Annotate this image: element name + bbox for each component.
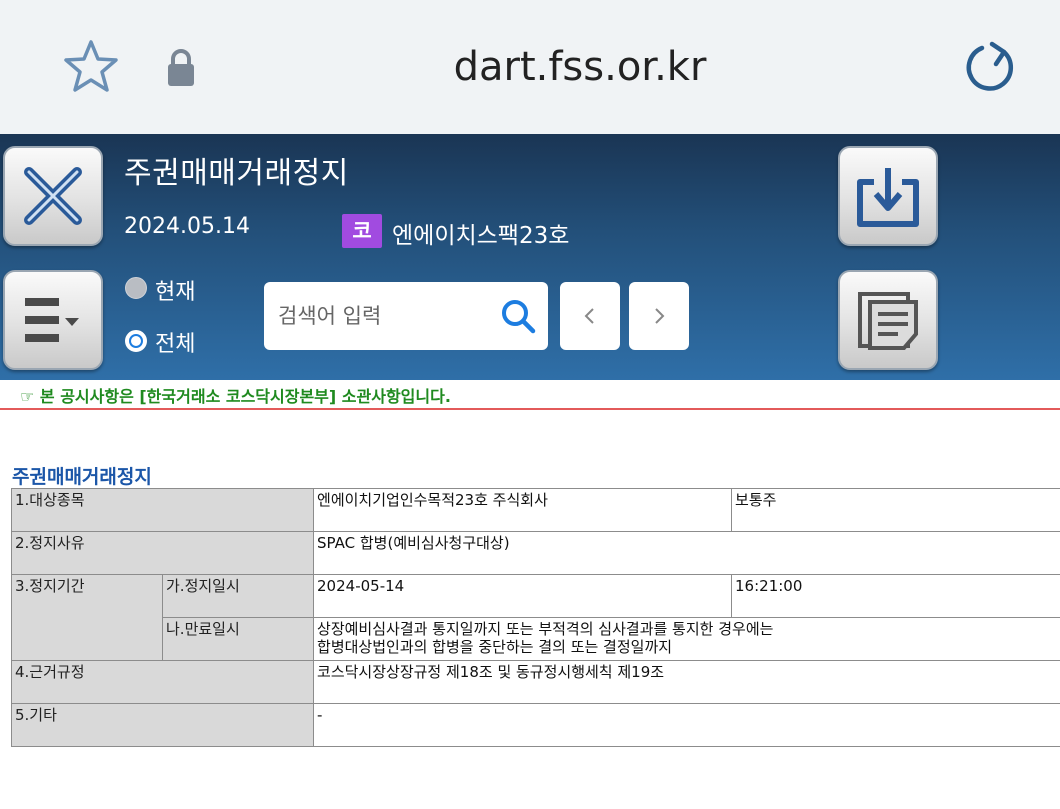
row-label: 5.기타 <box>10 703 315 747</box>
end-value-line: 합병대상법인과의 합병을 중단하는 결의 또는 결정일까지 <box>317 638 673 656</box>
table-row: 1.대상종목 엔에이치기업인수목적23호 주식회사 보통주 <box>10 488 1060 532</box>
prev-result-button[interactable] <box>560 282 620 350</box>
next-result-button[interactable] <box>629 282 689 350</box>
radio-current[interactable] <box>125 277 147 299</box>
row-label: 4.근거규정 <box>10 660 315 704</box>
download-icon <box>857 168 919 227</box>
reason-value: SPAC 합병(예비심사청구대상) <box>313 531 1060 575</box>
chevron-right-icon <box>655 308 665 324</box>
page-title: 주권매매거래정지 <box>124 156 349 191</box>
list-menu-icon <box>25 298 79 342</box>
row-label: 3.정지기간 <box>11 574 163 661</box>
url-text[interactable]: dart.fss.or.kr <box>0 44 1060 90</box>
disclosure-table: 1.대상종목 엔에이치기업인수목적23호 주식회사 보통주 2.정지사유 SPA… <box>10 488 1060 747</box>
end-value-line: 상장예비심사결과 통지일까지 또는 부적격의 심사결과를 통지한 경우에는 <box>317 620 774 638</box>
table-row: 나.만료일시 상장예비심사결과 통지일까지 또는 부적격의 심사결과를 통지한 … <box>12 617 1060 661</box>
close-icon <box>24 167 82 225</box>
section-title: 주권매매거래정지 <box>12 466 152 488</box>
search-icon[interactable] <box>498 296 538 336</box>
table-row: 4.근거규정 코스닥시장상장규정 제18조 및 동규정시행세칙 제19조 <box>10 660 1060 704</box>
chevron-left-icon <box>584 308 594 324</box>
start-date: 2024-05-14 <box>313 574 733 618</box>
other-value: - <box>313 703 1060 747</box>
radio-all-label[interactable]: 전체 <box>155 326 195 358</box>
download-button[interactable] <box>838 146 938 246</box>
table-row: 3.정지기간 가.정지일시 2024-05-14 16:21:00 <box>11 574 1060 661</box>
table-row: 5.기타 - <box>10 703 1060 747</box>
basis-value: 코스닥시장상장규정 제18조 및 동규정시행세칙 제19조 <box>313 660 1060 704</box>
document-view-button[interactable] <box>838 270 938 370</box>
search-box <box>264 282 548 350</box>
notice-bar: ☞ 본 공시사항은 [한국거래소 코스닥시장본부] 소관사항입니다. <box>0 380 1060 410</box>
market-badge: 코 <box>342 214 382 248</box>
table-row: 2.정지사유 SPAC 합병(예비심사청구대상) <box>10 531 1060 575</box>
document-icon <box>858 292 918 350</box>
dart-header: 주권매매거래정지 2024.05.14 코 엔에이치스팩23호 현재 전체 <box>0 134 1060 380</box>
sub-label: 가.정지일시 <box>161 574 315 618</box>
browser-address-bar: dart.fss.or.kr <box>0 0 1060 134</box>
target-type: 보통주 <box>731 488 1060 532</box>
menu-button[interactable] <box>3 270 103 370</box>
target-name: 엔에이치기업인수목적23호 주식회사 <box>313 488 733 532</box>
search-input[interactable] <box>278 300 488 332</box>
notice-text: ☞ 본 공시사항은 [한국거래소 코스닥시장본부] 소관사항입니다. <box>20 387 451 406</box>
row-label: 2.정지사유 <box>10 531 315 575</box>
start-time: 16:21:00 <box>731 574 1060 618</box>
radio-all[interactable] <box>125 330 147 352</box>
reload-icon[interactable] <box>960 38 1018 96</box>
sub-label: 나.만료일시 <box>161 617 315 661</box>
row-label: 1.대상종목 <box>10 488 315 532</box>
end-value: 상장예비심사결과 통지일까지 또는 부적격의 심사결과를 통지한 경우에는 합병… <box>313 617 1060 661</box>
radio-current-label[interactable]: 현재 <box>155 274 195 306</box>
disclosure-date: 2024.05.14 <box>124 214 250 239</box>
company-name[interactable]: 엔에이치스팩23호 <box>392 216 569 250</box>
close-button[interactable] <box>3 146 103 246</box>
